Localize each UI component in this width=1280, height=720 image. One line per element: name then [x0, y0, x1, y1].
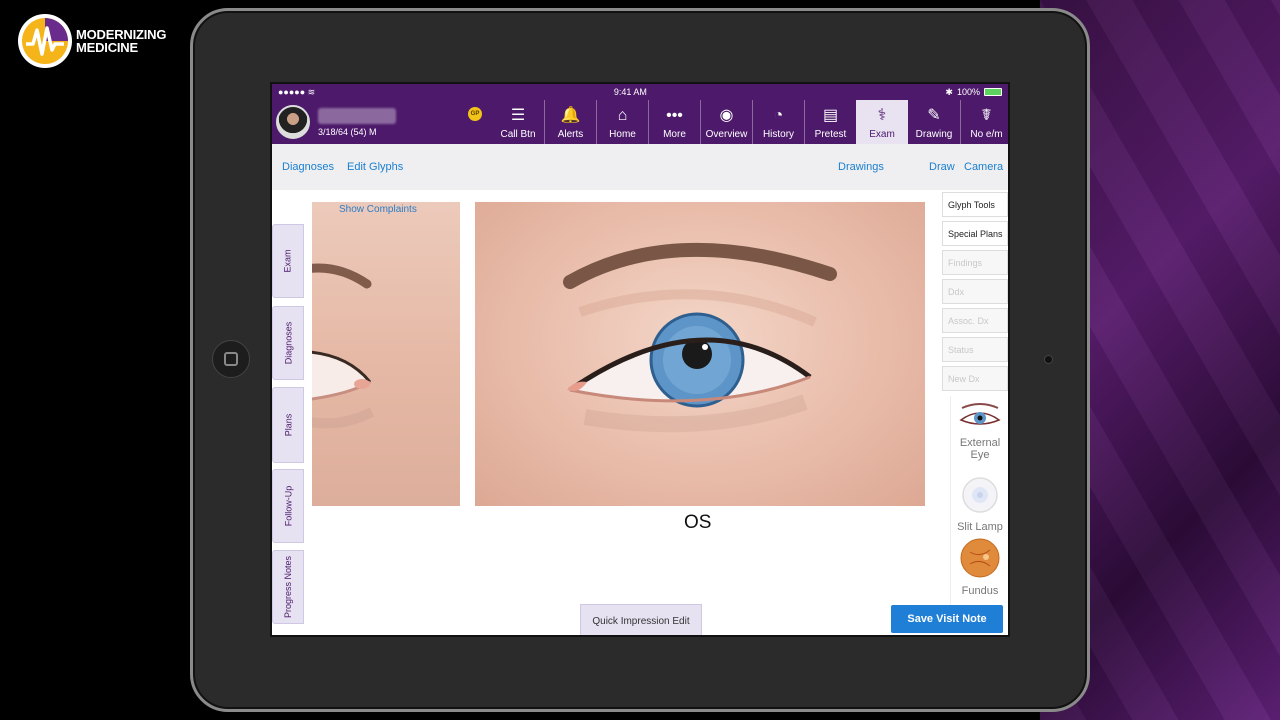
logo-mark-icon — [18, 14, 72, 68]
nav-history[interactable]: ◔ History — [752, 100, 804, 144]
bluetooth-icon: ✱ — [945, 86, 953, 97]
draw-link[interactable]: Draw — [929, 161, 955, 173]
glyph-fundus[interactable]: Fundus — [951, 538, 1008, 597]
brand-line-2: MEDICINE — [76, 40, 138, 55]
nav-more[interactable]: ••• More — [648, 100, 700, 144]
dots-icon: ••• — [666, 107, 683, 124]
assoc-dx-button[interactable]: Assoc. Dx — [942, 308, 1008, 333]
glyph-external-eye[interactable]: External Eye — [951, 402, 1008, 461]
nav-alerts[interactable]: 🔔 Alerts — [544, 100, 596, 144]
nav-label: Call Btn — [500, 129, 536, 140]
slit-lamp-icon — [962, 477, 998, 513]
camera-link[interactable]: Camera — [964, 161, 1003, 173]
edit-glyphs-link[interactable]: Edit Glyphs — [347, 161, 403, 173]
left-tab-label: Follow-Up — [283, 485, 294, 527]
od-eye-drawing — [312, 263, 375, 429]
caduceus-icon: ☤ — [981, 107, 992, 124]
left-tab-label: Diagnoses — [283, 321, 293, 365]
nav-no-em[interactable]: ☤ No e/m — [960, 100, 1008, 144]
special-plans-button[interactable]: Special Plans — [942, 221, 1008, 246]
new-dx-button[interactable]: New Dx — [942, 366, 1008, 391]
ddx-button[interactable]: Ddx — [942, 279, 1008, 304]
nav-call-btn[interactable]: ☰ Call Btn — [492, 100, 544, 144]
brand-logo: MODERNIZING MEDICINE — [18, 14, 166, 68]
os-eye-drawing — [563, 242, 837, 433]
save-visit-note-button[interactable]: Save Visit Note — [891, 605, 1003, 633]
diagnoses-link[interactable]: Diagnoses — [282, 161, 334, 173]
clipboard-icon: ▤ — [822, 107, 839, 124]
top-nav: 3/18/64 (54) M GP ☰ Call Btn 🔔 Alerts ⌂ … — [272, 100, 1008, 144]
sub-toolbar: Diagnoses Edit Glyphs Drawings Draw Came… — [272, 144, 1008, 190]
glyph-slit-lamp[interactable]: Slit Lamp — [951, 476, 1008, 533]
ipad-camera — [1044, 355, 1053, 364]
nav-label: No e/m — [970, 129, 1003, 140]
left-tab-label: Plans — [282, 413, 293, 437]
nav-label: More — [663, 129, 686, 140]
nav-label: Drawing — [915, 129, 953, 140]
nav-items: ☰ Call Btn 🔔 Alerts ⌂ Home ••• More ◉ Ov… — [492, 100, 1008, 144]
fundus-icon — [960, 538, 1000, 578]
background-left — [0, 0, 220, 720]
glyph-tools-button[interactable]: Glyph Tools — [942, 192, 1008, 217]
left-tab-plans[interactable]: Plans — [272, 387, 304, 463]
eye-image-od[interactable] — [312, 202, 460, 506]
glyph-label: Fundus — [961, 585, 999, 597]
patient-name-redacted — [318, 107, 396, 124]
glyph-label: External Eye — [959, 437, 1001, 461]
patient-info[interactable]: 3/18/64 (54) M — [318, 107, 396, 137]
nav-label: Alerts — [557, 129, 584, 140]
list-icon: ☰ — [510, 107, 526, 124]
home-icon: ⌂ — [617, 107, 628, 124]
nav-home[interactable]: ⌂ Home — [596, 100, 648, 144]
ipad-home-button[interactable] — [212, 340, 250, 378]
left-tab-follow-up[interactable]: Follow-Up — [272, 469, 304, 543]
left-tab-label: Exam — [282, 249, 293, 273]
left-tab-progress-notes[interactable]: Progress Notes — [272, 550, 304, 624]
app-screen: ●●●●● ≋ 9:41 AM ✱ 100% 3/18/64 (54) M GP… — [270, 82, 1010, 637]
nav-exam[interactable]: ⚕ Exam — [856, 100, 908, 144]
left-tab-diagnoses[interactable]: Diagnoses — [272, 306, 304, 380]
nav-pretest[interactable]: ▤ Pretest — [804, 100, 856, 144]
quick-impression-edit-button[interactable]: Quick Impression Edit — [580, 604, 702, 635]
glyph-panel: External Eye Slit Lamp Fundus — [950, 396, 1008, 606]
status-bar: ●●●●● ≋ 9:41 AM ✱ 100% — [272, 84, 1008, 100]
status-time: 9:41 AM — [613, 87, 647, 97]
battery-icon — [984, 88, 1002, 96]
patient-avatar[interactable] — [276, 105, 310, 139]
left-tab-label: Progress Notes — [283, 555, 293, 619]
nav-drawing[interactable]: ✎ Drawing — [908, 100, 960, 144]
external-eye-icon — [959, 403, 1001, 425]
eye-image-os[interactable] — [475, 202, 925, 506]
exam-canvas[interactable]: Show Complaints OS — [312, 192, 942, 624]
eraser-icon: ✎ — [927, 107, 941, 124]
clock-icon: ◔ — [773, 107, 784, 124]
glyph-label: Slit Lamp — [957, 521, 1003, 533]
nav-label: Home — [609, 129, 636, 140]
stethoscope-icon: ⚕ — [877, 107, 887, 124]
bell-icon: 🔔 — [560, 107, 581, 124]
battery-percent: 100% — [956, 87, 980, 97]
patient-dob: 3/18/64 (54) M — [318, 126, 377, 137]
nav-label: Overview — [705, 129, 748, 140]
nav-label: Pretest — [814, 129, 847, 140]
gp-badge[interactable]: GP — [468, 107, 482, 121]
eye-label-os: OS — [684, 512, 712, 533]
nav-label: History — [762, 129, 795, 140]
person-icon: ◉ — [719, 107, 734, 124]
signal-icon: ●●●●● ≋ — [278, 86, 316, 97]
nav-overview[interactable]: ◉ Overview — [700, 100, 752, 144]
show-complaints-link[interactable]: Show Complaints — [339, 204, 417, 215]
left-tab-exam[interactable]: Exam — [272, 224, 304, 298]
status-button[interactable]: Status — [942, 337, 1008, 362]
findings-button[interactable]: Findings — [942, 250, 1008, 275]
nav-label: Exam — [869, 129, 895, 140]
drawings-link[interactable]: Drawings — [838, 161, 884, 173]
